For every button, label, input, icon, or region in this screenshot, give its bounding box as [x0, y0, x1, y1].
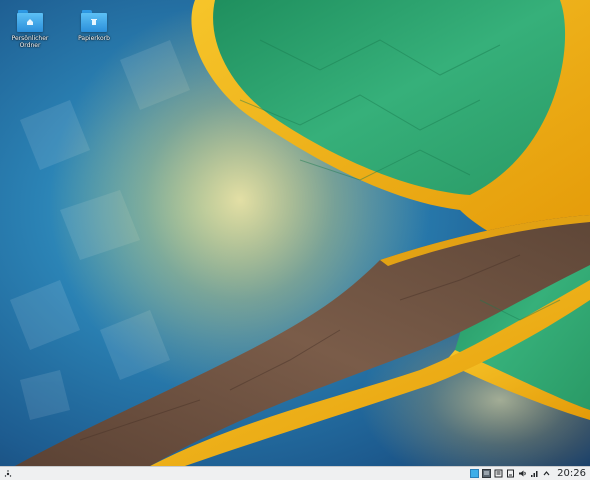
- desktop[interactable]: Persönlicher Ordner Papierkorb: [0, 0, 590, 466]
- digital-clock[interactable]: 20:26: [557, 468, 586, 480]
- trash-folder-icon: [81, 10, 107, 32]
- desktop-icon-personal-folder[interactable]: Persönlicher Ordner: [8, 10, 52, 49]
- kde-menu-icon[interactable]: [2, 468, 14, 480]
- desktop-wallpaper: [0, 0, 590, 466]
- pager-desktop-1-icon[interactable]: [470, 469, 480, 478]
- system-tray: 20:26: [470, 467, 590, 480]
- task-manager[interactable]: [14, 467, 470, 480]
- volume-icon[interactable]: [518, 469, 527, 478]
- taskbar: 20:26: [0, 466, 590, 480]
- desktop-icon-label: Papierkorb: [78, 35, 110, 42]
- desktop-icon-trash[interactable]: Papierkorb: [72, 10, 116, 42]
- network-icon[interactable]: [530, 469, 539, 478]
- desktop-icon-label: Persönlicher Ordner: [11, 35, 49, 49]
- notifications-icon[interactable]: [494, 469, 503, 478]
- device-notifier-icon[interactable]: [506, 469, 515, 478]
- expand-tray-icon[interactable]: [542, 469, 551, 478]
- home-folder-icon: [17, 10, 43, 32]
- pager-desktop-2-icon[interactable]: [482, 469, 492, 478]
